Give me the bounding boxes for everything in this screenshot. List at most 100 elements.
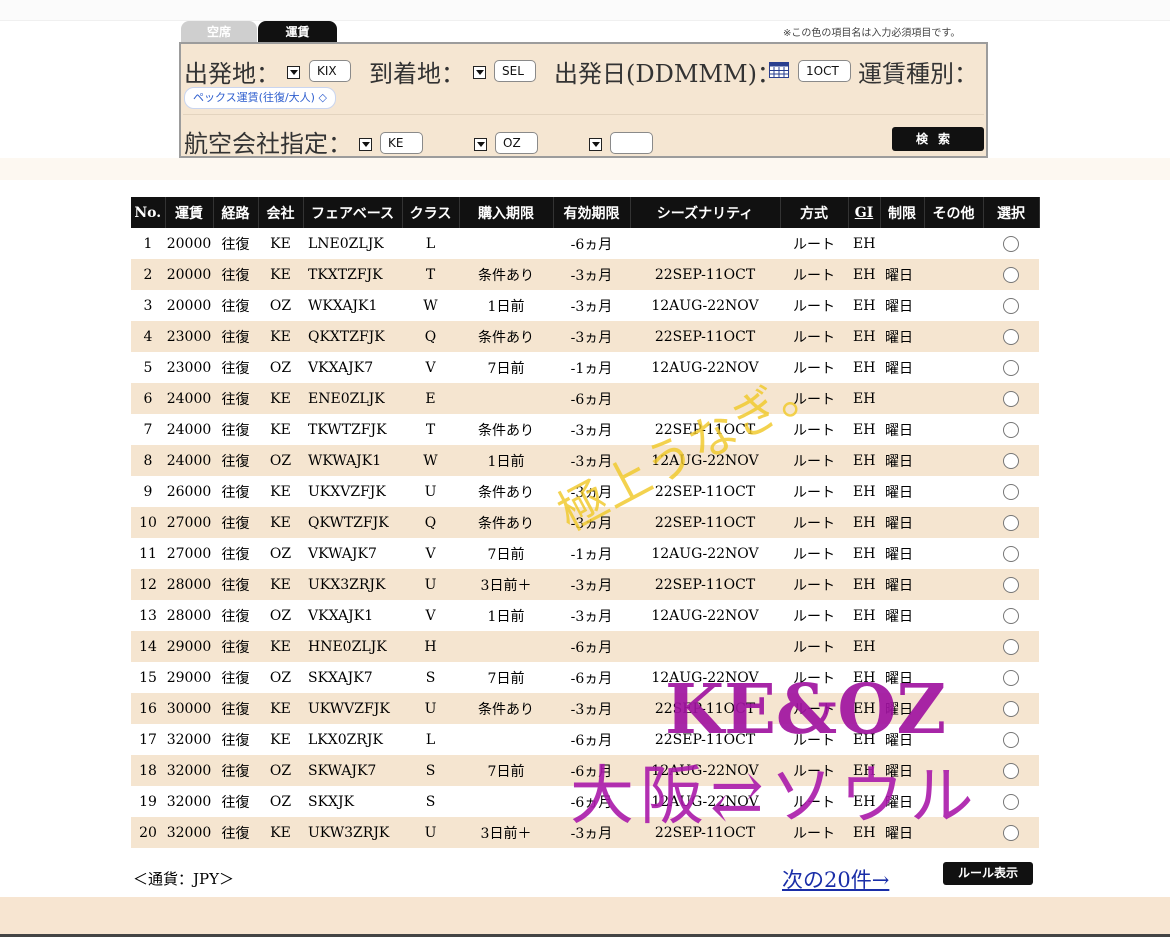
fare-type-select[interactable]: ペックス運賃(往復/大人) ◇	[184, 87, 336, 109]
row-fare: 32000	[165, 817, 213, 848]
row-purchase-deadline	[459, 228, 553, 259]
airline1-field[interactable]: KE	[380, 132, 423, 154]
row-fare: 23000	[165, 321, 213, 352]
row-restriction: 曜日	[880, 569, 924, 600]
select-radio[interactable]	[1003, 700, 1019, 717]
row-method: ルート	[780, 817, 848, 848]
row-class: Q	[402, 321, 459, 352]
row-no: 15	[139, 669, 157, 686]
row-restriction: 曜日	[880, 445, 924, 476]
select-radio[interactable]	[1003, 545, 1019, 562]
row-route: 往復	[213, 569, 258, 600]
select-radio[interactable]	[1003, 607, 1019, 624]
row-validity: -3ヵ月	[553, 321, 630, 352]
row-restriction: 曜日	[885, 298, 913, 315]
airline3-dropdown-icon[interactable]	[589, 138, 602, 151]
row-purchase-deadline: 1日前	[459, 445, 553, 476]
airline2-dropdown-icon[interactable]	[474, 138, 487, 151]
select-radio[interactable]	[1003, 638, 1019, 655]
row-seasonality: 22SEP-11OCT	[630, 259, 780, 290]
select-radio[interactable]	[1003, 793, 1019, 810]
row-select	[983, 631, 1039, 662]
row-other	[924, 476, 983, 507]
select-radio[interactable]	[1003, 421, 1019, 438]
row-method: ルート	[793, 670, 835, 687]
row-fare-basis: VKWAJK7	[308, 545, 377, 562]
row-seasonality: 22SEP-11OCT	[630, 321, 780, 352]
airline1-dropdown-icon[interactable]	[359, 138, 372, 151]
select-radio[interactable]	[1003, 669, 1019, 686]
row-other	[924, 290, 983, 321]
show-rules-button[interactable]: ルール表示	[943, 862, 1033, 885]
row-other	[924, 631, 983, 662]
tab-seat-availability[interactable]: 空席	[181, 21, 257, 43]
row-purchase-deadline: 条件あり	[459, 259, 553, 290]
row-fare: 32000	[165, 755, 213, 786]
row-class: S	[425, 793, 436, 810]
row-class: H	[402, 631, 459, 662]
row-restriction: 曜日	[880, 259, 924, 290]
row-no: 16	[131, 693, 165, 724]
select-radio[interactable]	[1003, 297, 1019, 314]
select-radio[interactable]	[1003, 390, 1019, 407]
row-route: 往復	[213, 445, 258, 476]
origin-dropdown-icon[interactable]	[287, 66, 300, 79]
row-select	[983, 414, 1039, 445]
search-button[interactable]: 検索	[892, 127, 984, 151]
destination-dropdown-icon[interactable]	[473, 66, 486, 79]
col-method: 方式	[780, 197, 849, 228]
row-gi: EH	[848, 259, 880, 290]
row-gi: EH	[853, 545, 876, 562]
airline2-field[interactable]: OZ	[495, 132, 538, 154]
row-seasonality: 22SEP-11OCT	[654, 421, 756, 438]
row-carrier: KE	[270, 421, 291, 438]
row-other	[924, 383, 983, 414]
row-seasonality: 12AUG-22NOV	[630, 445, 780, 476]
select-radio[interactable]	[1003, 359, 1019, 376]
row-fare-basis: WKWAJK1	[303, 445, 402, 476]
tab-fare[interactable]: 運賃	[258, 21, 337, 43]
row-seasonality: 22SEP-11OCT	[654, 483, 756, 500]
row-seasonality: 22SEP-11OCT	[630, 817, 780, 848]
row-fare: 27000	[165, 507, 213, 538]
row-gi: EH	[848, 507, 880, 538]
row-fare: 26000	[166, 483, 212, 500]
row-route: 往復	[213, 259, 258, 290]
select-radio[interactable]	[1003, 266, 1019, 283]
select-radio[interactable]	[1003, 762, 1019, 779]
select-radio[interactable]	[1003, 576, 1019, 593]
origin-field[interactable]: KIX	[309, 60, 351, 82]
row-validity: -3ヵ月	[553, 693, 630, 724]
select-radio[interactable]	[1003, 452, 1019, 469]
table-row: 5 23000 往復 OZ VKXAJK7 V 7日前 -1ヵ月 12AUG-22NOV ルート E…	[131, 352, 1039, 383]
date-field[interactable]: 1OCT	[798, 60, 851, 82]
top-bar	[0, 0, 1170, 21]
row-class: Q	[402, 507, 459, 538]
select-radio[interactable]	[1003, 328, 1019, 345]
row-fare: 30000	[165, 693, 213, 724]
row-fare: 20000	[166, 297, 212, 314]
select-radio[interactable]	[1003, 514, 1019, 531]
airline-label: 航空会社指定：	[184, 130, 352, 158]
select-radio[interactable]	[1003, 731, 1019, 748]
row-other	[924, 724, 983, 755]
airline3-field[interactable]	[610, 132, 653, 154]
row-fare: 28000	[165, 569, 213, 600]
row-fare-basis: QKXTZFJK	[303, 321, 402, 352]
row-gi: EH	[848, 693, 880, 724]
row-restriction: 曜日	[885, 670, 913, 687]
calendar-icon[interactable]	[769, 62, 789, 78]
row-restriction: 曜日	[880, 693, 924, 724]
row-purchase-deadline: 1日前	[487, 608, 525, 625]
row-restriction: 曜日	[885, 608, 913, 625]
destination-field[interactable]: SEL	[494, 60, 536, 82]
next-page-link[interactable]: 次の20件→	[782, 864, 889, 894]
select-radio[interactable]	[1003, 824, 1019, 841]
col-gi-link[interactable]: GI	[848, 197, 881, 228]
row-route: 往復	[221, 608, 250, 625]
select-radio[interactable]	[1003, 235, 1019, 252]
row-method: ルート	[793, 732, 835, 749]
select-radio[interactable]	[1003, 483, 1019, 500]
row-select	[983, 476, 1039, 507]
row-validity: -1ヵ月	[570, 546, 613, 563]
